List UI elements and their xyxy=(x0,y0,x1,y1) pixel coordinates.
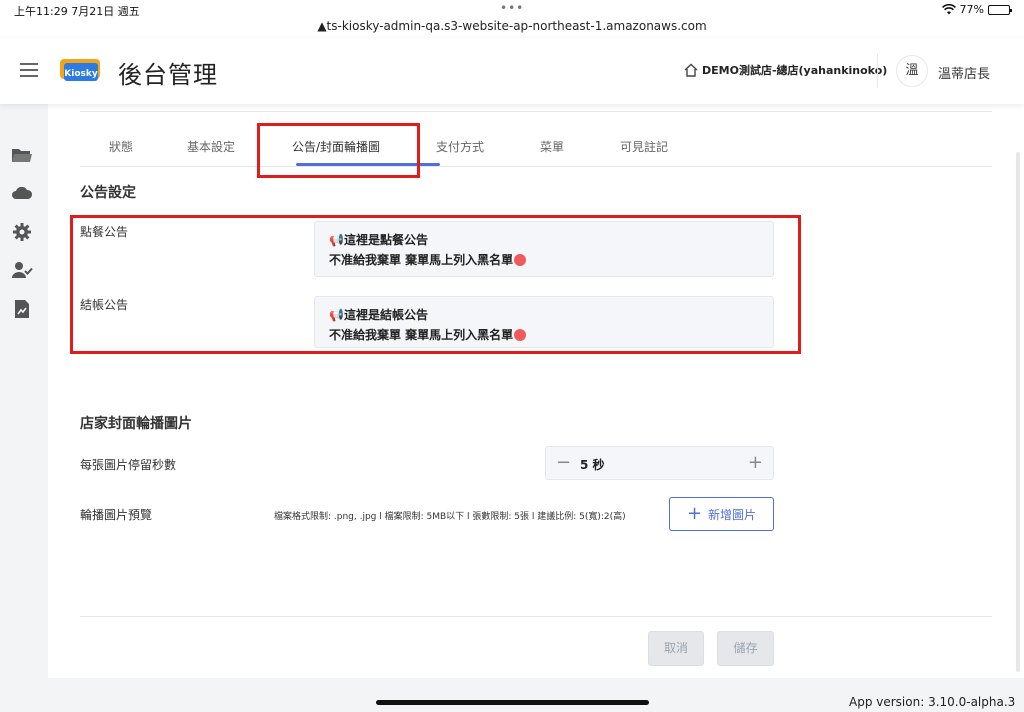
minus-button[interactable]: − xyxy=(556,453,571,473)
hamburger-menu-icon[interactable] xyxy=(20,63,38,77)
status-right: 77% xyxy=(941,3,1012,16)
app-version: App version: 3.10.0-alpha.3 xyxy=(849,695,1016,709)
heart-eyes-emoji-icon xyxy=(514,329,527,341)
save-button[interactable]: 儲存 xyxy=(717,631,774,666)
heart-eyes-emoji-icon xyxy=(514,254,527,266)
checkout-announcement-label: 結帳公告 xyxy=(80,298,129,312)
sidebar xyxy=(0,104,48,712)
tab-menu[interactable]: 菜單 xyxy=(540,138,564,155)
svg-text:Kiosky: Kiosky xyxy=(64,69,98,79)
tab-payment-methods[interactable]: 支付方式 xyxy=(436,138,484,155)
report-icon[interactable] xyxy=(11,298,33,320)
avatar[interactable]: 溫 xyxy=(896,55,928,87)
plus-icon: + xyxy=(686,503,703,524)
store-selector[interactable]: DEMO測試店-總店(yahankinoko) xyxy=(683,62,887,78)
footer-divider xyxy=(80,616,992,617)
store-name: DEMO測試店-總店(yahankinoko) xyxy=(702,64,888,77)
tab-basic-settings[interactable]: 基本設定 xyxy=(187,138,235,155)
plus-button[interactable]: + xyxy=(748,453,763,473)
scrollbar[interactable] xyxy=(1016,152,1020,672)
ios-status-bar: 上午11:29 7月21日 週五 ••• ▲ts-kiosky-admin-qa… xyxy=(0,0,1024,38)
duration-label: 每張圖片停留秒數 xyxy=(80,458,177,472)
announcement-section-title: 公告設定 xyxy=(80,185,136,201)
upload-limits-hint: 檔案格式限制: .png, .jpg l 檔案限制: 5MB以下 l 張數限制:… xyxy=(274,512,626,522)
order-announcement-label: 點餐公告 xyxy=(80,225,129,239)
duration-stepper[interactable]: − 5 秒 + xyxy=(545,446,774,480)
top-divider xyxy=(80,111,992,112)
battery-percent: 77% xyxy=(959,3,984,16)
gear-icon[interactable] xyxy=(11,221,33,243)
order-announcement-line2: 不准給我棄單 棄單馬上列入黑名單 xyxy=(329,253,514,267)
kiosky-logo: Kiosky xyxy=(60,59,100,81)
checkout-announcement-line2: 不准給我棄單 棄單馬上列入黑名單 xyxy=(329,328,514,342)
tab-bar: 狀態 基本設定 公告/封面輪播圖 支付方式 菜單 可見註記 xyxy=(80,132,992,167)
tab-visible-notes[interactable]: 可見註記 xyxy=(620,138,668,155)
home-indicator[interactable] xyxy=(376,700,649,705)
add-image-label: 新增圖片 xyxy=(708,507,757,522)
wifi-icon xyxy=(941,4,956,15)
preview-label: 輪播圖片預覽 xyxy=(80,508,153,522)
active-tab-indicator xyxy=(296,163,440,166)
home-icon xyxy=(684,63,698,77)
order-announcement-line1: 📢這裡是點餐公告 xyxy=(329,233,428,247)
carousel-section-title: 店家封面輪播圖片 xyxy=(80,416,192,432)
status-time: 上午11:29 7月21日 週五 xyxy=(14,5,140,18)
tab-announcement-carousel[interactable]: 公告/封面輪播圖 xyxy=(292,138,380,155)
app-header: Kiosky 後台管理 DEMO測試店-總店(yahankinoko) 溫 溫蒂… xyxy=(0,38,1024,104)
add-image-button[interactable]: + 新增圖片 xyxy=(669,497,774,531)
user-check-icon[interactable] xyxy=(11,259,33,281)
duration-value: 5 秒 xyxy=(580,458,605,472)
main-card: 狀態 基本設定 公告/封面輪播圖 支付方式 菜單 可見註記 公告設定 點餐公告 … xyxy=(48,104,1024,678)
cancel-button[interactable]: 取消 xyxy=(648,631,704,666)
user-name[interactable]: 溫蒂店長 xyxy=(938,63,990,82)
more-dots-icon[interactable]: ••• xyxy=(500,1,524,15)
checkout-announcement-line1: 📢這裡是結帳公告 xyxy=(329,308,428,322)
battery-icon xyxy=(988,4,1012,15)
page-title: 後台管理 xyxy=(118,61,218,89)
cloud-icon[interactable] xyxy=(11,182,33,204)
order-announcement-textarea[interactable]: 📢這裡是點餐公告 不准給我棄單 棄單馬上列入黑名單 xyxy=(314,221,774,277)
tab-status[interactable]: 狀態 xyxy=(109,138,133,155)
folder-icon[interactable] xyxy=(11,144,33,166)
header-divider xyxy=(877,54,878,88)
address-url[interactable]: ▲ts-kiosky-admin-qa.s3-website-ap-northe… xyxy=(0,19,1024,33)
checkout-announcement-textarea[interactable]: 📢這裡是結帳公告 不准給我棄單 棄單馬上列入黑名單 xyxy=(314,296,774,348)
